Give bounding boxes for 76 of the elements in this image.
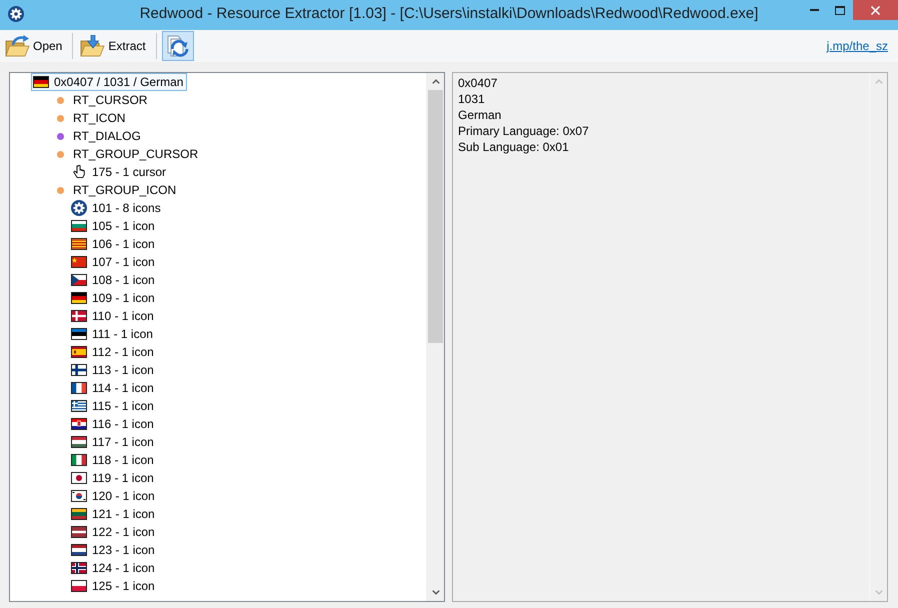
tree-item[interactable]: 110 - 1 icon (69, 307, 158, 325)
czech-flag-icon (71, 274, 87, 286)
italian-flag-icon (71, 454, 87, 466)
folder-down-arrow-icon (80, 34, 106, 58)
catalan-flag-icon (71, 238, 87, 250)
chevron-down-icon (874, 590, 882, 595)
window-title: Redwood - Resource Extractor [1.03] - [C:\Users\instalki\Downloads\Redwood\Redwood.exe] (140, 4, 758, 24)
detail-text: 0x0407 (458, 75, 498, 91)
french-flag-icon (71, 382, 87, 394)
german-flag-icon (33, 76, 49, 88)
polish-flag-icon (71, 580, 87, 592)
bulgarian-flag-icon (71, 220, 87, 232)
german-flag-icon (71, 292, 87, 304)
finnish-flag-icon (71, 364, 87, 376)
hungarian-flag-icon (71, 436, 87, 448)
estonian-flag-icon (71, 328, 87, 340)
tree-item[interactable]: RT_GROUP_ICON (50, 181, 180, 199)
dutch-flag-icon (71, 544, 87, 556)
tree-item[interactable]: 121 - 1 icon (69, 505, 159, 523)
toolbar-button[interactable]: Extract (78, 31, 151, 61)
detail-text: Sub Language: 0x01 (458, 139, 569, 155)
tree-item[interactable]: RT_ICON (50, 109, 130, 127)
detail-text: 1031 (458, 91, 485, 107)
korean-flag-icon (71, 490, 87, 502)
greek-flag-icon (71, 400, 87, 412)
detail-text: Primary Language: 0x07 (458, 123, 589, 139)
tree-item[interactable]: 175 - 1 cursor (69, 163, 170, 181)
tree-item[interactable]: 108 - 1 icon (69, 271, 159, 289)
close-button[interactable] (853, 0, 898, 20)
tree-item[interactable]: 109 - 1 icon (69, 289, 159, 307)
tree-item[interactable]: 124 - 1 icon (69, 559, 159, 577)
tree-item[interactable]: 117 - 1 icon (69, 433, 158, 451)
page-circular-arrows-icon (166, 34, 190, 58)
maximize-icon (835, 6, 845, 14)
tree-item[interactable]: 119 - 1 icon (69, 469, 158, 487)
folder-arrow-icon (5, 34, 30, 58)
norwegian-flag-icon (71, 562, 87, 574)
tree-item[interactable]: 112 - 1 icon (69, 343, 158, 361)
chevron-up-icon (874, 79, 882, 84)
chinese-flag-icon (71, 256, 87, 268)
close-icon (871, 6, 880, 14)
tree-item[interactable]: RT_DIALOG (50, 127, 145, 145)
minimize-icon (810, 9, 818, 11)
toolbar-button[interactable]: Open (3, 31, 68, 61)
tree-item[interactable]: 105 - 1 icon (69, 217, 159, 235)
chevron-up-icon (432, 79, 440, 84)
tree-item[interactable]: 116 - 1 icon (69, 415, 158, 433)
tree-item[interactable]: RT_GROUP_CURSOR (50, 145, 202, 163)
scrollbar-thumb[interactable] (428, 90, 443, 343)
spanish-flag-icon (71, 346, 87, 358)
tree-item[interactable]: 115 - 1 icon (69, 397, 158, 415)
tree-item[interactable]: 106 - 1 icon (69, 235, 159, 253)
gear-logo-icon (8, 6, 24, 22)
website-link[interactable]: j.mp/the_sz (826, 39, 888, 53)
tree-item[interactable]: 125 - 1 icon (69, 577, 159, 595)
tree-item[interactable]: 111 - 1 icon (69, 325, 157, 343)
tree-item[interactable]: 0x0407 / 1031 / German (31, 73, 188, 91)
tree-item[interactable]: 118 - 1 icon (69, 451, 158, 469)
tree-item[interactable]: 120 - 1 icon (69, 487, 159, 505)
tree-item[interactable]: 123 - 1 icon (69, 541, 159, 559)
detail-text: German (458, 107, 502, 123)
danish-flag-icon (71, 310, 87, 322)
latvian-flag-icon (71, 526, 87, 538)
tree-item[interactable]: 101 - 8 icons (69, 199, 165, 217)
tree-item[interactable]: RT_CURSOR (50, 91, 152, 109)
chevron-down-icon (432, 590, 440, 595)
japanese-flag-icon (71, 472, 87, 484)
tree-item[interactable]: 114 - 1 icon (69, 379, 158, 397)
lithuanian-flag-icon (71, 508, 87, 520)
tree-item[interactable]: 122 - 1 icon (69, 523, 159, 541)
tree-item[interactable]: 113 - 1 icon (69, 361, 158, 379)
toolbar-icon-button[interactable] (162, 31, 194, 61)
tree-item[interactable]: 107 - 1 icon (69, 253, 159, 271)
gear-logo-icon (71, 200, 87, 216)
hand-cursor-icon (73, 165, 85, 179)
croatian-flag-icon (71, 418, 87, 430)
